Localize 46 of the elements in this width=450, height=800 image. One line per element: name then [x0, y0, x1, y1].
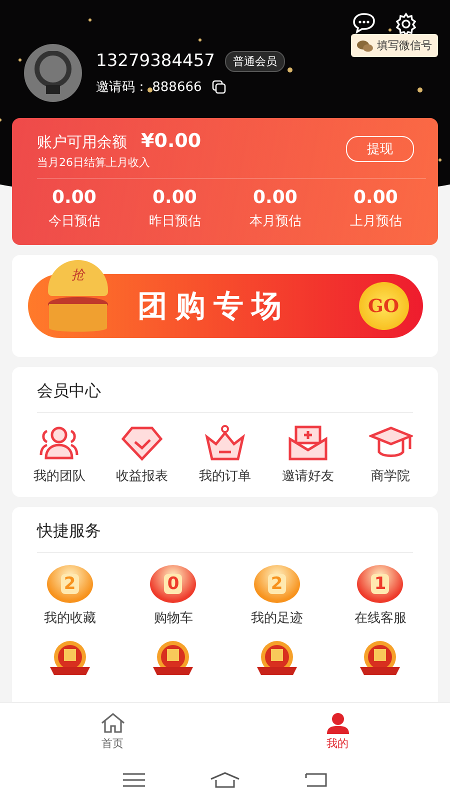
chat-bubble-icon[interactable]: [352, 12, 376, 34]
stat-label: 本月预估: [249, 213, 302, 230]
member-level-badge: 普通会员: [224, 50, 285, 72]
stat-value: 0.00: [354, 187, 398, 208]
badge-digit: 2: [60, 574, 79, 594]
stat-label: 今日预估: [48, 213, 100, 230]
phone-number: 13279384457: [96, 51, 215, 71]
service-label[interactable]: 购物车: [154, 609, 193, 627]
menu-label[interactable]: 我的订单: [198, 467, 251, 485]
stat-value: 0.00: [152, 187, 197, 208]
person-icon: [326, 712, 350, 734]
badge-digit: 2: [268, 574, 286, 594]
tab[interactable]: 我的: [225, 703, 450, 760]
menu-label[interactable]: 收益报表: [116, 467, 168, 485]
balance-label: 账户可用余额: [37, 133, 127, 151]
badge-digit: 1: [371, 574, 390, 594]
menu-icon[interactable]: [122, 773, 145, 787]
section-title: 会员中心: [37, 367, 413, 413]
gift-pot-lid: 抢: [48, 260, 108, 296]
invite-code: 邀请码： 888666: [96, 78, 202, 96]
settings-icon[interactable]: [394, 12, 418, 36]
menu-label[interactable]: 我的团队: [33, 467, 86, 485]
chat-bubbles-icon: [357, 40, 373, 52]
service-label[interactable]: 在线客服: [354, 609, 406, 627]
wechat-button[interactable]: 填写微信号: [351, 34, 438, 57]
stat-value: 0.00: [253, 187, 298, 208]
balance-amount: ¥0.00: [141, 130, 202, 152]
copy-icon[interactable]: [212, 80, 226, 94]
home-icon[interactable]: [210, 772, 240, 788]
service-label[interactable]: 我的收藏: [44, 609, 96, 627]
settlement-note: 当月26日结算上月收入: [37, 155, 151, 170]
banner-title: 团购专场: [138, 288, 290, 326]
stat-label: 上月预估: [350, 213, 402, 230]
section-title: 快捷服务: [37, 507, 413, 553]
menu-label[interactable]: 商学院: [371, 467, 410, 485]
badge-digit: 0: [164, 574, 182, 594]
diamond-check-icon: [120, 425, 164, 461]
stat-value: 0.00: [52, 187, 96, 208]
service-label[interactable]: 我的足迹: [250, 609, 303, 627]
crown-icon: [202, 425, 247, 461]
menu-label[interactable]: 邀请好友: [282, 467, 334, 485]
astronaut-icon: [33, 51, 73, 95]
stat-label: 昨日预估: [148, 213, 201, 230]
back-icon[interactable]: [305, 773, 328, 787]
home-icon: [100, 712, 126, 734]
tab[interactable]: 首页: [0, 703, 225, 760]
